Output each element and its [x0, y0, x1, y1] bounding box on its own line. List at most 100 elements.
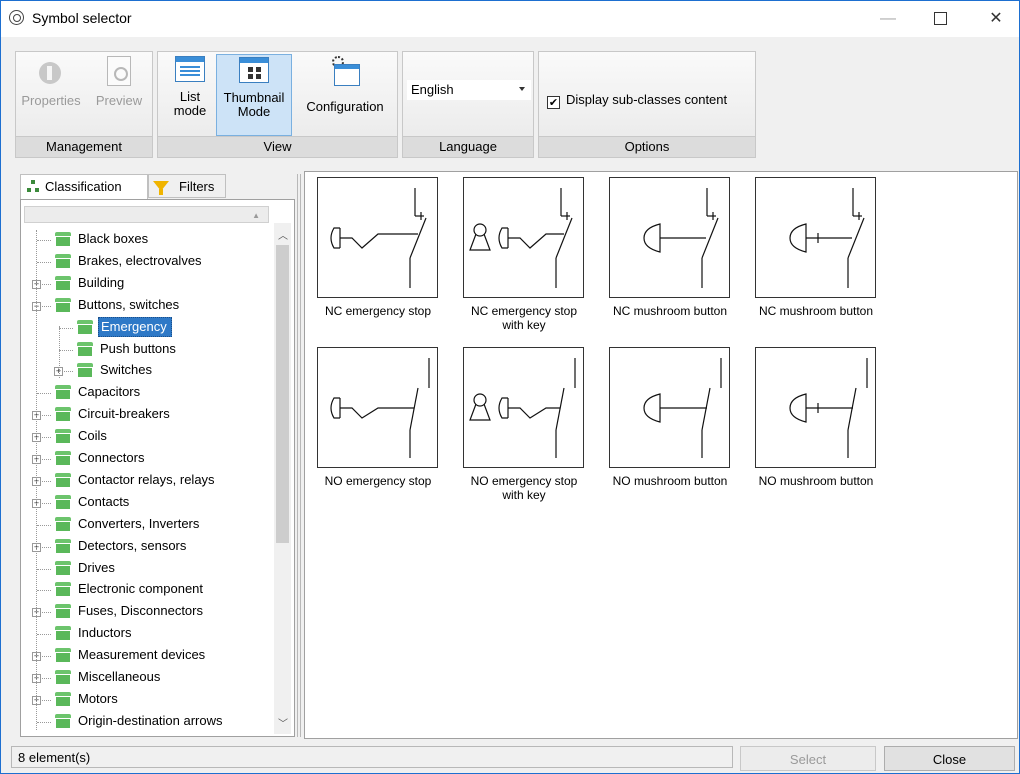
symbol-drawing: [755, 347, 876, 468]
symbol-drawing: [609, 177, 730, 298]
folder-class-icon: [55, 232, 71, 246]
scroll-up-arrow-icon[interactable]: ︿: [278, 227, 288, 242]
minimize-button[interactable]: —: [865, 1, 911, 37]
tab-filters[interactable]: Filters: [148, 174, 226, 198]
checkbox-checked-icon: ✔: [547, 96, 560, 109]
symbol-thumbnail[interactable]: NC mushroom button: [597, 172, 737, 332]
tree-connector: [37, 634, 51, 636]
symbol-drawing: [609, 347, 730, 468]
folder-class-icon: [55, 691, 71, 706]
symbol-label-line1: NC mushroom button: [612, 304, 728, 318]
options-group: ✔ Display sub-classes content Options: [538, 51, 756, 158]
view-group-label: View: [158, 136, 397, 157]
symbol-label-line2: with key: [502, 488, 546, 502]
management-group: Properties Preview Management: [15, 51, 153, 158]
management-group-label: Management: [16, 136, 152, 157]
preview-label: Preview: [95, 93, 143, 108]
tree-connector: [37, 721, 51, 723]
preview-button[interactable]: Preview: [90, 56, 148, 136]
tab-filters-label: Filters: [179, 179, 215, 194]
symbol-thumbnail[interactable]: NO mushroom button: [597, 342, 737, 502]
symbol-thumbnail[interactable]: NC emergency stop: [305, 172, 445, 332]
configuration-button[interactable]: Configuration: [296, 56, 394, 136]
symbol-drawing: [317, 347, 438, 468]
tree-item-label: Fuses, Disconnectors: [78, 603, 203, 619]
symbol-drawing: [463, 177, 584, 298]
classification-tree-icon: [27, 180, 40, 193]
tree-item-label: Miscellaneous: [78, 669, 161, 684]
folder-class-icon: [55, 670, 71, 684]
tree-item-label: Origin-destination arrows: [78, 712, 223, 728]
folder-class-icon: [55, 582, 71, 597]
tree-item-label: Converters, Inverters: [78, 515, 200, 531]
symbol-label: NC mushroom button: [597, 304, 743, 318]
tree-connector: [37, 393, 51, 395]
folder-class-icon: [55, 626, 71, 641]
filter-funnel-icon: [153, 181, 169, 195]
app-icon: [9, 10, 24, 25]
tree-item-label: Building: [78, 274, 125, 290]
view-group: List mode Thumbnail Mode Configuration V…: [157, 51, 398, 158]
configuration-icon: [330, 56, 360, 86]
symbol-drawing: [463, 347, 584, 468]
thumbnail-mode-button[interactable]: Thumbnail Mode: [216, 54, 292, 136]
tree-item-label: Measurement devices: [78, 647, 206, 663]
display-subclasses-checkbox[interactable]: ✔ Display sub-classes content: [547, 92, 727, 109]
language-group-label: Language: [403, 136, 533, 157]
language-group: English Language: [402, 51, 534, 158]
symbol-label-line2: with key: [502, 318, 546, 332]
symbol-label: NC emergency stop with key: [451, 304, 597, 332]
tree-header[interactable]: ▲: [24, 206, 269, 223]
tab-classification[interactable]: Classification: [20, 174, 148, 200]
tree-item-label: Connectors: [78, 450, 145, 465]
tree-scrollbar-thumb[interactable]: [276, 245, 289, 543]
tree-item-label: Buttons, switches: [78, 296, 180, 312]
tree-item-label: Push buttons: [100, 340, 176, 356]
folder-class-icon: [55, 560, 71, 575]
symbol-label: NO mushroom button: [743, 474, 889, 488]
maximize-icon: [933, 12, 947, 26]
tree-item-label: Black boxes: [78, 231, 149, 246]
symbol-thumbnail[interactable]: NO mushroom button: [743, 342, 883, 502]
dropdown-arrow-icon: [519, 87, 525, 91]
symbol-label-line1: NC emergency stop: [470, 304, 578, 318]
properties-label: Properties: [21, 93, 81, 108]
maximize-button[interactable]: [917, 1, 963, 37]
thumbnail-mode-label-1: Thumbnail: [223, 90, 285, 105]
tree-connector: [37, 261, 51, 263]
close-button[interactable]: Close: [884, 746, 1015, 771]
folder-class-icon: [55, 494, 71, 509]
element-count: 8 element(s): [18, 750, 91, 765]
list-mode-button[interactable]: List mode: [166, 56, 214, 136]
symbol-selector-window: Symbol selector — ✕ Properties Preview M…: [0, 0, 1020, 774]
scroll-down-arrow-icon[interactable]: ﹀: [278, 715, 288, 730]
folder-class-icon: [55, 451, 71, 465]
folder-class-icon: [55, 385, 71, 400]
symbol-thumbnail[interactable]: NO emergency stop with key: [451, 342, 591, 502]
symbol-drawing: [317, 177, 438, 298]
tree-connector: [59, 349, 73, 351]
pane-splitter[interactable]: [297, 174, 303, 737]
classification-tree-pane: ▲ Black boxes Brakes, electrovalves + Build…: [20, 199, 295, 737]
folder-class-icon: [77, 319, 93, 334]
tree-connector: [37, 590, 51, 592]
symbol-thumbnails-pane: NC emergency stop NC emergency stop with k…: [304, 171, 1018, 739]
list-mode-label-2: mode: [173, 103, 207, 118]
tree-item-label: Contacts: [78, 493, 130, 509]
language-select[interactable]: English: [407, 80, 531, 100]
symbol-thumbnail[interactable]: NC emergency stop with key: [451, 172, 591, 332]
ribbon: Properties Preview Management List mode: [11, 51, 1011, 161]
folder-class-icon: [55, 407, 71, 422]
symbol-thumbnail[interactable]: NO emergency stop: [305, 342, 445, 502]
tree-item-label: Emergency: [98, 316, 172, 337]
close-window-button[interactable]: ✕: [973, 1, 1019, 37]
tree-scrollbar[interactable]: ︿ ﹀: [274, 223, 291, 734]
symbol-label: NO emergency stop with key: [451, 474, 597, 502]
options-group-label: Options: [539, 136, 755, 157]
tree-item-label: Contactor relays, relays: [78, 471, 215, 487]
symbol-label: NO mushroom button: [597, 474, 743, 488]
folder-class-icon: [55, 297, 71, 312]
symbol-thumbnail[interactable]: NC mushroom button: [743, 172, 883, 332]
select-button[interactable]: Select: [740, 746, 876, 771]
properties-button[interactable]: Properties: [20, 56, 82, 136]
